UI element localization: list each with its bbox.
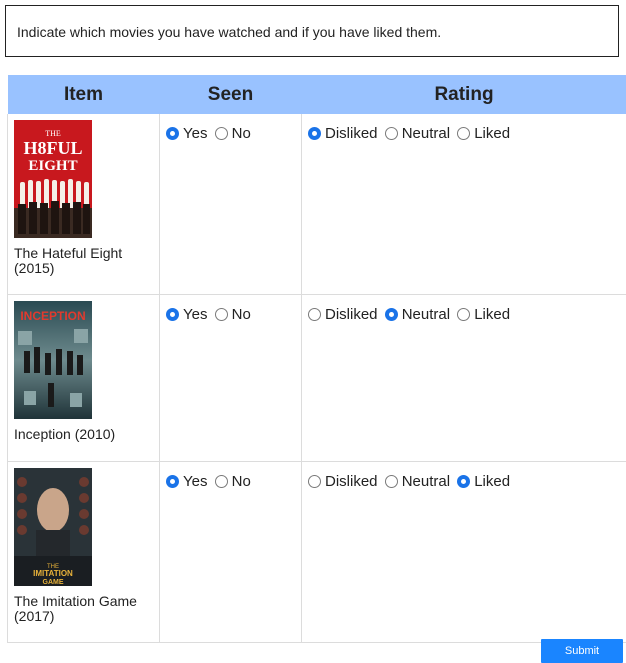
rating-liked-label: Liked: [474, 473, 511, 490]
rating-neutral-option[interactable]: Neutral: [384, 306, 451, 323]
rating-neutral-radio[interactable]: [384, 475, 398, 488]
seen-yes-option[interactable]: Yes: [166, 125, 207, 142]
seen-no-radio[interactable]: [214, 127, 228, 140]
rating-liked-radio[interactable]: [457, 308, 471, 321]
header-seen: Seen: [159, 75, 302, 114]
rating-neutral-radio[interactable]: [384, 308, 398, 321]
seen-no-radio[interactable]: [214, 308, 228, 321]
movie-table: Item Seen Rating THE H8FUL EIGHT The Hat…: [7, 75, 626, 643]
rating-neutral-option[interactable]: Neutral: [384, 125, 451, 142]
instructions-text: Indicate which movies you have watched a…: [17, 24, 442, 40]
seen-yes-radio[interactable]: [166, 475, 179, 488]
svg-text:EIGHT: EIGHT: [28, 158, 77, 174]
svg-text:GAME: GAME: [43, 579, 64, 586]
movie-poster: THE H8FUL EIGHT: [14, 120, 92, 238]
seen-yes-option[interactable]: Yes: [166, 473, 207, 490]
svg-text:THE: THE: [45, 129, 61, 138]
rating-cell: Disliked Neutral Liked: [301, 114, 626, 295]
rating-neutral-label: Neutral: [401, 306, 451, 323]
seen-no-label: No: [231, 306, 251, 323]
seen-no-radio[interactable]: [214, 475, 228, 488]
rating-liked-option[interactable]: Liked: [457, 306, 510, 323]
rating-disliked-radio[interactable]: [308, 308, 321, 321]
rating-disliked-label: Disliked: [325, 473, 378, 490]
item-cell: INCEPTION Inception (2010): [7, 294, 160, 462]
seen-yes-label: Yes: [183, 125, 208, 142]
movie-poster: THE IMITATION GAME: [14, 468, 92, 586]
seen-yes-radio[interactable]: [166, 308, 179, 321]
rating-disliked-radio[interactable]: [308, 475, 321, 488]
item-cell: THE H8FUL EIGHT The Hateful Eight (2015): [7, 114, 160, 295]
rating-neutral-option[interactable]: Neutral: [384, 473, 451, 490]
rating-neutral-label: Neutral: [401, 473, 451, 490]
table-row: THE H8FUL EIGHT The Hateful Eight (2015)…: [7, 114, 626, 295]
table-row: INCEPTION Inception (2010) Yes No Dislik…: [7, 294, 626, 462]
seen-yes-option[interactable]: Yes: [166, 306, 207, 323]
seen-cell: Yes No: [159, 461, 302, 643]
movie-title: The Imitation Game (2017): [14, 593, 137, 624]
rating-liked-radio[interactable]: [457, 475, 471, 488]
svg-text:H8FUL: H8FUL: [23, 138, 82, 158]
rating-disliked-label: Disliked: [325, 125, 378, 142]
rating-liked-label: Liked: [474, 306, 511, 323]
rating-disliked-radio[interactable]: [308, 127, 321, 140]
seen-yes-label: Yes: [183, 473, 208, 490]
rating-cell: Disliked Neutral Liked: [301, 294, 626, 462]
seen-yes-label: Yes: [183, 306, 208, 323]
seen-no-option[interactable]: No: [214, 306, 251, 323]
instructions-box: Indicate which movies you have watched a…: [5, 5, 619, 57]
submit-button[interactable]: Submit: [541, 639, 623, 663]
rating-disliked-option[interactable]: Disliked: [308, 473, 378, 490]
seen-no-option[interactable]: No: [214, 473, 251, 490]
rating-neutral-radio[interactable]: [384, 127, 398, 140]
seen-no-label: No: [231, 473, 251, 490]
seen-cell: Yes No: [159, 114, 302, 295]
movie-title: Inception (2010): [14, 426, 116, 442]
movie-poster: INCEPTION: [14, 301, 92, 419]
rating-disliked-option[interactable]: Disliked: [308, 125, 378, 142]
rating-cell: Disliked Neutral Liked: [301, 461, 626, 643]
rating-liked-radio[interactable]: [457, 127, 471, 140]
rating-liked-option[interactable]: Liked: [457, 125, 510, 142]
rating-disliked-option[interactable]: Disliked: [308, 306, 378, 323]
header-rating: Rating: [301, 75, 626, 114]
rating-disliked-label: Disliked: [325, 306, 378, 323]
movie-title: The Hateful Eight (2015): [14, 245, 123, 276]
seen-no-label: No: [231, 125, 251, 142]
table-row: THE IMITATION GAME The Imitation Game (2…: [7, 461, 626, 643]
header-item: Item: [7, 75, 160, 114]
rating-liked-option[interactable]: Liked: [457, 473, 510, 490]
item-cell: THE IMITATION GAME The Imitation Game (2…: [7, 461, 160, 643]
rating-liked-label: Liked: [474, 125, 511, 142]
rating-neutral-label: Neutral: [401, 125, 451, 142]
seen-cell: Yes No: [159, 294, 302, 462]
seen-no-option[interactable]: No: [214, 125, 251, 142]
seen-yes-radio[interactable]: [166, 127, 179, 140]
svg-text:IMITATION: IMITATION: [33, 569, 73, 578]
svg-text:INCEPTION: INCEPTION: [20, 309, 85, 323]
